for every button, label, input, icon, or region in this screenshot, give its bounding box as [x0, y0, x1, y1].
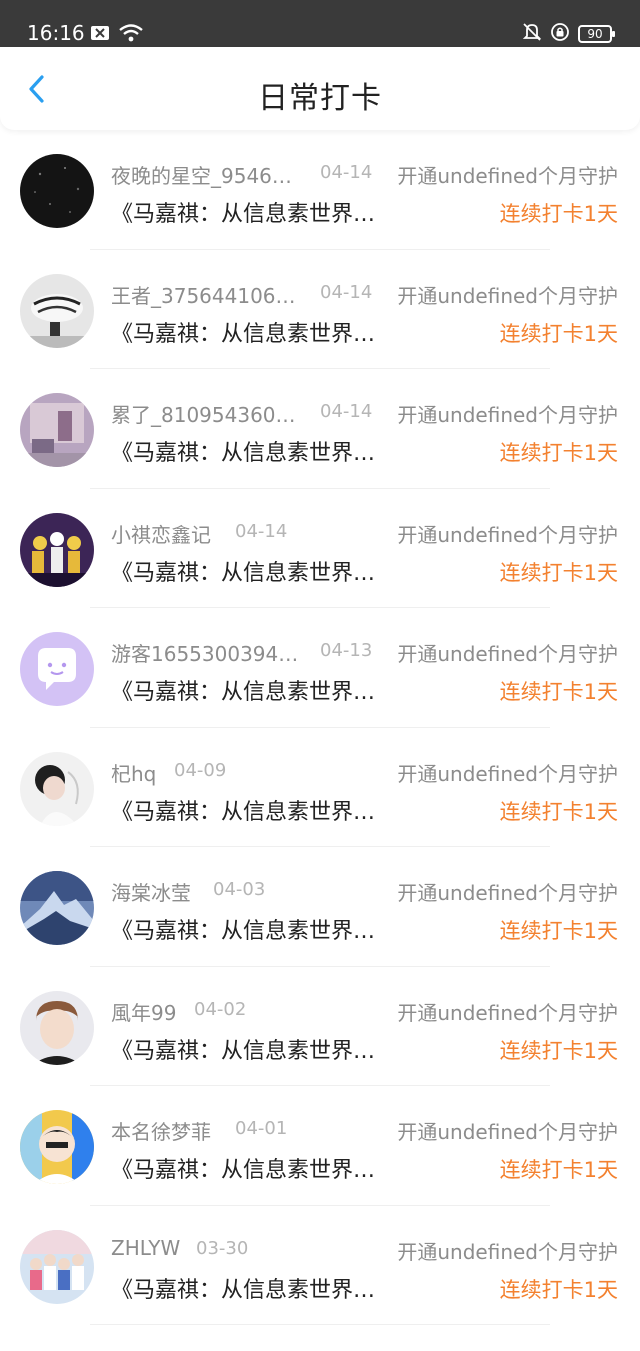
user-name: 杞hq	[111, 761, 157, 786]
user-name: 風年99	[111, 1000, 177, 1025]
streak-badge: 连续打卡1天	[499, 560, 618, 585]
streak-badge: 连续打卡1天	[499, 919, 618, 943]
list-item[interactable]: 王者_3756441062... 04-14 开通undefined个月守护 《马嘉祺…	[0, 250, 640, 370]
work-title: 《马嘉祺：从信息素世界来看你》	[111, 321, 396, 347]
status-right-icons: 90	[522, 22, 615, 46]
work-title: 《马嘉祺：从信息素世界来看你》	[111, 560, 396, 586]
streak-badge: 连续打卡1天	[499, 1277, 618, 1302]
avatar[interactable]	[20, 393, 94, 467]
avatar[interactable]	[20, 1110, 94, 1184]
work-title: 《马嘉祺：从信息素世界来看你》	[111, 202, 396, 227]
streak-badge: 连续打卡1天	[499, 441, 618, 465]
streak-badge: 连续打卡1天	[499, 680, 618, 704]
list-item[interactable]: 游客16553003949... 04-13 开通undefined个月守护 《马嘉祺…	[0, 608, 640, 728]
user-name: 游客16553003949...	[111, 642, 301, 666]
guard-status: 开通undefined个月守护	[397, 761, 618, 786]
status-left-icons	[90, 24, 144, 46]
avatar[interactable]	[20, 512, 94, 587]
battery-icon: 90	[578, 25, 615, 43]
guard-status: 开通undefined个月守护	[397, 642, 618, 666]
streak-badge: 连续打卡1天	[499, 1158, 618, 1182]
avatar[interactable]	[20, 1229, 94, 1304]
user-name: 小祺恋鑫记	[111, 522, 211, 547]
avatar[interactable]	[20, 632, 94, 706]
guard-status: 开通undefined个月守护	[397, 1120, 618, 1144]
streak-badge: 连续打卡1天	[499, 799, 618, 824]
user-name: 累了_8109543607...	[111, 403, 301, 427]
checkin-date: 04-09	[174, 759, 227, 781]
checkin-date: 04-01	[235, 1118, 288, 1139]
bell-off-icon	[522, 22, 542, 46]
wifi-icon	[118, 24, 144, 46]
user-name: 王者_3756441062...	[111, 283, 301, 308]
checkin-date: 04-13	[320, 640, 373, 661]
guard-status: 开通undefined个月守护	[397, 283, 618, 308]
checkin-list: 夜晚的星空_95466... 04-14 开通undefined个月守护 《马嘉祺：从…	[0, 130, 640, 1325]
avatar[interactable]	[20, 990, 94, 1065]
checkin-date: 04-14	[320, 281, 373, 303]
page-title: 日常打卡	[258, 81, 382, 116]
checkin-date: 04-14	[320, 401, 373, 422]
guard-status: 开通undefined个月守护	[397, 522, 618, 547]
user-name: 夜晚的星空_95466...	[111, 164, 301, 188]
header-bar: 日常打卡	[0, 47, 640, 130]
lock-rotate-icon	[550, 22, 570, 46]
user-name: ZHLYW	[111, 1235, 181, 1260]
status-bar: 16:16 90	[0, 0, 640, 47]
checkin-date: 03-30	[196, 1237, 249, 1259]
guard-status: 开通undefined个月守护	[397, 403, 618, 427]
user-name: 海棠冰莹	[111, 881, 191, 905]
work-title: 《马嘉祺：从信息素世界来看你》	[111, 441, 396, 466]
streak-badge: 连续打卡1天	[499, 202, 618, 226]
guard-status: 开通undefined个月守护	[397, 1000, 618, 1025]
list-item[interactable]: 小祺恋鑫记 04-14 开通undefined个月守护《马嘉祺：从信息素世界来看你》…	[0, 489, 640, 609]
list-item[interactable]: 夜晚的星空_95466... 04-14 开通undefined个月守护 《马嘉祺：从…	[0, 130, 640, 250]
checkin-date: 04-03	[213, 879, 266, 900]
list-item[interactable]: 風年99 04-02 开通undefined个月守护《马嘉祺：从信息素世界来看你》 连…	[0, 967, 640, 1087]
list-item[interactable]: 本名徐梦菲 04-01 开通undefined个月守护《马嘉祺：从信息素世界来看你》…	[0, 1086, 640, 1206]
work-title: 《马嘉祺：从信息素世界来看你》	[111, 1277, 396, 1303]
checkin-date: 04-14	[320, 162, 373, 183]
checkin-date: 04-02	[194, 998, 247, 1020]
avatar[interactable]	[20, 751, 94, 826]
work-title: 《马嘉祺：从信息素世界来看你》	[111, 680, 396, 705]
list-item[interactable]: 海棠冰莹 04-03 开通undefined个月守护《马嘉祺：从信息素世界来看你》 连…	[0, 847, 640, 967]
work-title: 《马嘉祺：从信息素世界来看你》	[111, 919, 396, 944]
work-title: 《马嘉祺：从信息素世界来看你》	[111, 1158, 396, 1183]
x-box-icon	[90, 25, 110, 45]
work-title: 《马嘉祺：从信息素世界来看你》	[111, 1038, 396, 1064]
work-title: 《马嘉祺：从信息素世界来看你》	[111, 799, 396, 825]
list-item[interactable]: 累了_8109543607... 04-14 开通undefined个月守护 《马嘉祺…	[0, 369, 640, 489]
list-item[interactable]: ZHLYW 03-30 开通undefined个月守护《马嘉祺：从信息素世界来看你》…	[0, 1206, 640, 1326]
user-name: 本名徐梦菲	[111, 1120, 211, 1144]
streak-badge: 连续打卡1天	[499, 1038, 618, 1063]
checkin-date: 04-14	[235, 520, 288, 542]
avatar[interactable]	[20, 871, 94, 945]
avatar[interactable]	[20, 154, 94, 228]
streak-badge: 连续打卡1天	[499, 321, 618, 346]
avatar[interactable]	[20, 273, 94, 348]
guard-status: 开通undefined个月守护	[397, 164, 618, 188]
status-time: 16:16	[27, 21, 85, 45]
guard-status: 开通undefined个月守护	[397, 1239, 618, 1264]
list-item[interactable]: 杞hq 04-09 开通undefined个月守护《马嘉祺：从信息素世界来看你》 连续…	[0, 728, 640, 848]
guard-status: 开通undefined个月守护	[397, 881, 618, 905]
